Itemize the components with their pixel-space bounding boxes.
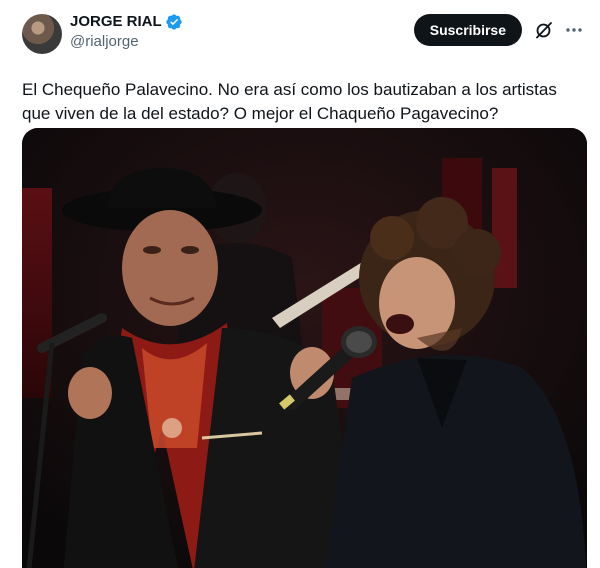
name-row: JORGE RIAL — [70, 12, 183, 32]
verified-badge-icon[interactable] — [165, 13, 183, 31]
tweet-media-photo[interactable] — [22, 128, 587, 568]
grok-icon[interactable] — [534, 20, 554, 40]
photo-image — [22, 128, 587, 568]
author-handle[interactable]: @rialjorge — [70, 32, 183, 52]
avatar[interactable] — [22, 14, 62, 54]
subscribe-button[interactable]: Suscribirse — [413, 14, 522, 46]
tweet-header: JORGE RIAL @rialjorge Suscribirse — [22, 12, 584, 56]
tweet-text: El Chequeño Palavecino. No era así como … — [22, 80, 557, 123]
header-actions: Suscribirse — [413, 14, 584, 46]
tweet-card: JORGE RIAL @rialjorge Suscribirse El Che… — [0, 0, 600, 568]
more-options-icon[interactable] — [564, 20, 584, 40]
author-display-name[interactable]: JORGE RIAL — [70, 12, 162, 32]
author-names: JORGE RIAL @rialjorge — [70, 12, 183, 52]
